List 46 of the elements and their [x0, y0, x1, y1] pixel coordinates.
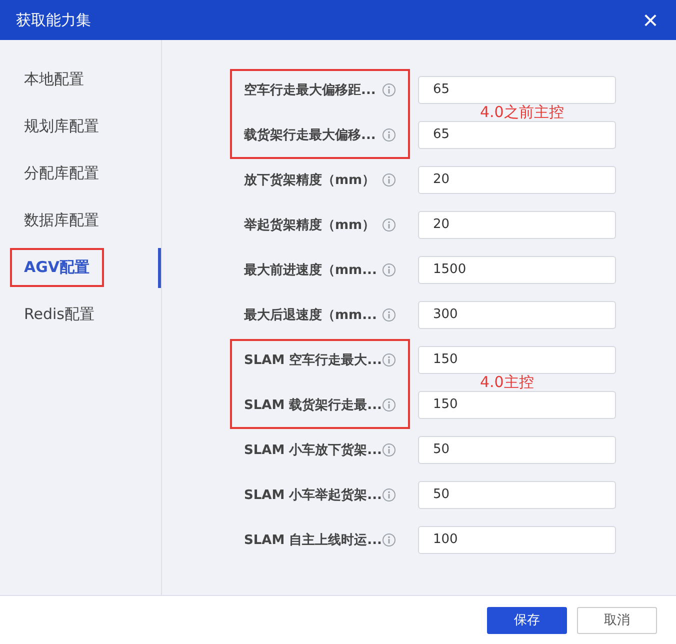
info-icon[interactable] — [382, 442, 396, 456]
field-label: 举起货架精度（mm） — [244, 216, 376, 234]
info-icon[interactable] — [382, 218, 396, 232]
field-label: 放下货架精度（mm） — [244, 172, 376, 188]
window-title: 获取能力集 — [16, 10, 91, 30]
sidebar-item[interactable]: 本地配置 — [10, 60, 98, 99]
field-label: SLAM 自主上线时运... — [244, 532, 382, 548]
input-field[interactable]: 65 — [418, 120, 616, 148]
field-label: 载货架行走最大偏移... — [244, 126, 377, 144]
input-field[interactable]: 50 — [418, 436, 616, 464]
info-icon[interactable] — [382, 532, 396, 546]
field-label: SLAM 载货架行走最... — [244, 396, 382, 414]
input-field[interactable]: 100 — [418, 526, 616, 554]
sidebar-item[interactable]: 规划库配置 — [10, 107, 113, 146]
sidebar-item[interactable]: AGV配置 — [10, 248, 104, 287]
input-field[interactable]: 20 — [418, 210, 616, 238]
sidebar-item[interactable]: 数据库配置 — [10, 201, 113, 240]
sidebar-item[interactable]: 分配库配置 — [10, 154, 113, 193]
input-field[interactable]: 20 — [418, 166, 616, 194]
field-label: SLAM 小车放下货架... — [244, 442, 382, 458]
field-label: 最大后退速度（mm... — [244, 306, 378, 324]
info-icon[interactable] — [382, 308, 396, 322]
sidebar-item[interactable]: Redis配置 — [10, 295, 108, 334]
info-icon[interactable] — [382, 262, 396, 276]
info-icon[interactable] — [382, 128, 396, 142]
input-field[interactable]: 1500 — [418, 256, 616, 284]
field-label: SLAM 小车举起货架... — [244, 486, 382, 504]
info-icon[interactable] — [382, 488, 396, 502]
close-button[interactable]: × — [638, 7, 662, 33]
input-field[interactable]: 150 — [418, 346, 616, 374]
selection-indicator — [158, 248, 161, 288]
info-icon[interactable] — [382, 352, 396, 366]
input-field[interactable]: 50 — [418, 480, 616, 508]
input-field[interactable]: 65 — [418, 76, 616, 104]
info-icon[interactable] — [382, 172, 396, 186]
annotation-label: 4.0之前主控 — [480, 105, 564, 120]
field-label: 最大前进速度（mm... — [244, 262, 378, 278]
save-button[interactable]: 保存 — [487, 606, 567, 634]
input-field[interactable]: 150 — [418, 390, 616, 418]
cancel-button[interactable]: 取消 — [577, 606, 657, 634]
field-label: SLAM 空车行走最大... — [244, 352, 382, 368]
info-icon[interactable] — [382, 398, 396, 412]
input-field[interactable]: 300 — [418, 300, 616, 328]
field-label: 空车行走最大偏移距... — [244, 82, 377, 98]
info-icon[interactable] — [382, 82, 396, 96]
annotation-label: 4.0主控 — [480, 375, 534, 390]
